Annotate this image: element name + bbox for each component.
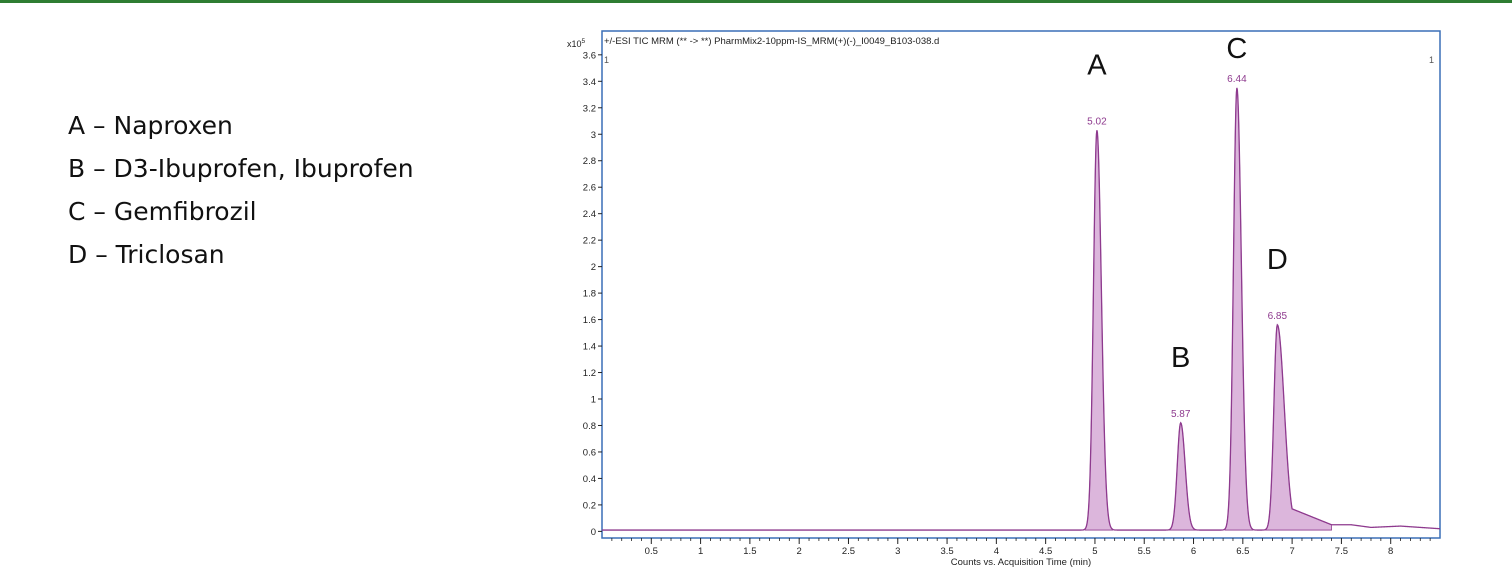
x-tick-label: 8 bbox=[1388, 546, 1393, 557]
x-tick-label: 6 bbox=[1191, 546, 1196, 557]
y-tick-label: 0.2 bbox=[583, 500, 596, 511]
y-tick-label: 1 bbox=[591, 395, 596, 406]
y-tick-label: 2 bbox=[591, 262, 596, 273]
x-tick-label: 7 bbox=[1289, 546, 1294, 557]
x-tick-label: 2.5 bbox=[842, 546, 855, 557]
y-tick-label: 3.4 bbox=[583, 77, 596, 88]
peak-time-label: 5.02 bbox=[1087, 116, 1107, 127]
x-tick-label: 4 bbox=[994, 546, 999, 557]
peak-letter: A bbox=[1087, 49, 1107, 81]
x-tick-label: 3.5 bbox=[940, 546, 953, 557]
corner-label-right: 1 bbox=[1429, 55, 1434, 65]
y-tick-label: 0.6 bbox=[583, 447, 596, 458]
x-axis-label: Counts vs. Acquisition Time (min) bbox=[951, 557, 1091, 568]
x-tick-label: 3 bbox=[895, 546, 900, 557]
y-tick-label: 3 bbox=[591, 130, 596, 141]
peak-letter: B bbox=[1171, 342, 1190, 374]
y-tick-label: 2.8 bbox=[583, 156, 596, 167]
x-tick-label: 0.5 bbox=[645, 546, 658, 557]
peak-letter: D bbox=[1267, 244, 1288, 276]
plot-frame bbox=[601, 30, 1441, 539]
peak-time-label: 6.44 bbox=[1227, 74, 1247, 85]
y-multiplier-base: x10 bbox=[567, 39, 582, 49]
y-tick-label: 1.4 bbox=[583, 342, 596, 353]
y-multiplier: x105 bbox=[567, 38, 586, 49]
peak-time-label: 5.87 bbox=[1171, 409, 1191, 420]
y-tick-label: 1.6 bbox=[583, 315, 596, 326]
y-tick-label: 2.6 bbox=[583, 183, 596, 194]
corner-label-left: 1 bbox=[604, 55, 609, 65]
peak-time-label: 6.85 bbox=[1268, 311, 1288, 322]
x-tick-label: 1 bbox=[698, 546, 703, 557]
x-tick-label: 4.5 bbox=[1039, 546, 1052, 557]
y-tick-label: 3.2 bbox=[583, 103, 596, 114]
y-tick-label: 0.4 bbox=[583, 474, 596, 485]
y-tick-label: 3.6 bbox=[583, 50, 596, 61]
y-tick-label: 0.8 bbox=[583, 421, 596, 432]
y-tick-label: 2.2 bbox=[583, 236, 596, 247]
y-multiplier-exponent: 5 bbox=[582, 38, 586, 45]
tic-trace bbox=[602, 87, 1441, 531]
y-tick-label: 1.2 bbox=[583, 368, 596, 379]
chart-title: +/-ESI TIC MRM (** -> **) PharmMix2-10pp… bbox=[604, 36, 939, 47]
x-tick-label: 5 bbox=[1092, 546, 1097, 557]
x-tick-label: 5.5 bbox=[1138, 546, 1151, 557]
y-tick-label: 0 bbox=[591, 527, 596, 538]
x-tick-label: 7.5 bbox=[1335, 546, 1348, 557]
x-tick-label: 6.5 bbox=[1236, 546, 1249, 557]
y-tick-label: 2.4 bbox=[583, 209, 596, 220]
y-tick-label: 1.8 bbox=[583, 289, 596, 300]
chromatogram-chart: +/-ESI TIC MRM (** -> **) PharmMix2-10pp… bbox=[567, 30, 1441, 568]
peak-letter: C bbox=[1226, 33, 1247, 65]
x-tick-label: 1.5 bbox=[743, 546, 756, 557]
x-tick-label: 2 bbox=[797, 546, 802, 557]
